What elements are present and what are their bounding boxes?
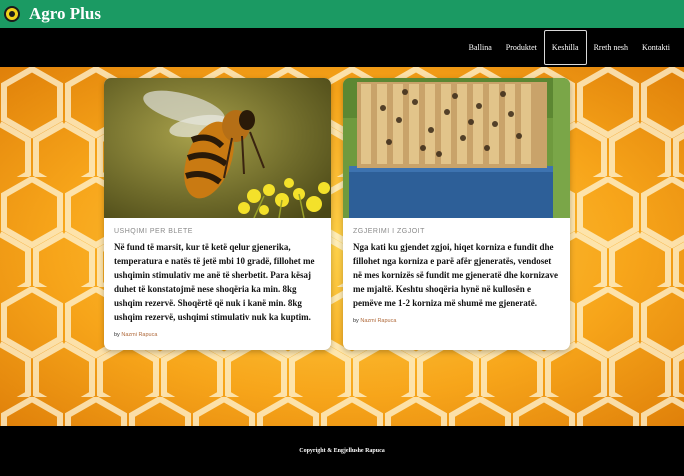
article-text: Nga kati ku gjendet zgjoi, hiqet korniza… bbox=[353, 242, 558, 308]
article-card[interactable]: USHQIMI PER BLETE Në fund të marsit, kur… bbox=[104, 78, 331, 350]
copyright-text: Copyright & Engjellushe Rapuca bbox=[299, 448, 385, 454]
article-byline: by Nazmi Rapuca bbox=[353, 318, 560, 324]
article-text: Në fund të marsit, kur të ketë qelur gje… bbox=[114, 242, 315, 322]
main-navbar: Ballina Produktet Keshilla Rreth nesh Ko… bbox=[0, 28, 684, 67]
nav-item-rreth-nesh[interactable]: Rreth nesh bbox=[587, 30, 635, 65]
article-byline: by Nazmi Rapuca bbox=[114, 332, 321, 338]
article-category[interactable]: USHQIMI PER BLETE bbox=[114, 228, 321, 235]
sunflower-logo-icon[interactable] bbox=[4, 6, 20, 22]
article-category[interactable]: ZGJERIMI I ZGJOIT bbox=[353, 228, 560, 235]
nav-item-keshilla[interactable]: Keshilla bbox=[543, 30, 587, 65]
footer: Copyright & Engjellushe Rapuca bbox=[0, 426, 684, 476]
honeycomb-background bbox=[0, 67, 684, 426]
author-link[interactable]: Nazmi Rapuca bbox=[121, 332, 157, 338]
byline-prefix: by bbox=[114, 332, 120, 338]
nav-item-kontakti[interactable]: Kontakti bbox=[635, 30, 677, 65]
byline-prefix: by bbox=[353, 318, 359, 324]
nav-item-ballina[interactable]: Ballina bbox=[462, 30, 499, 65]
open-beehive-photo[interactable] bbox=[343, 78, 570, 218]
bee-on-flower-photo[interactable] bbox=[104, 78, 331, 218]
honeycomb-pattern bbox=[0, 67, 684, 426]
article-card[interactable]: ZGJERIMI I ZGJOIT Nga kati ku gjendet zg… bbox=[343, 78, 570, 350]
nav-menu: Ballina Produktet Keshilla Rreth nesh Ko… bbox=[462, 30, 677, 65]
nav-item-produktet[interactable]: Produktet bbox=[499, 30, 544, 65]
brand-name[interactable]: Agro Plus bbox=[29, 4, 101, 24]
author-link[interactable]: Nazmi Rapuca bbox=[360, 318, 396, 324]
brand-bar: Agro Plus bbox=[0, 0, 684, 28]
